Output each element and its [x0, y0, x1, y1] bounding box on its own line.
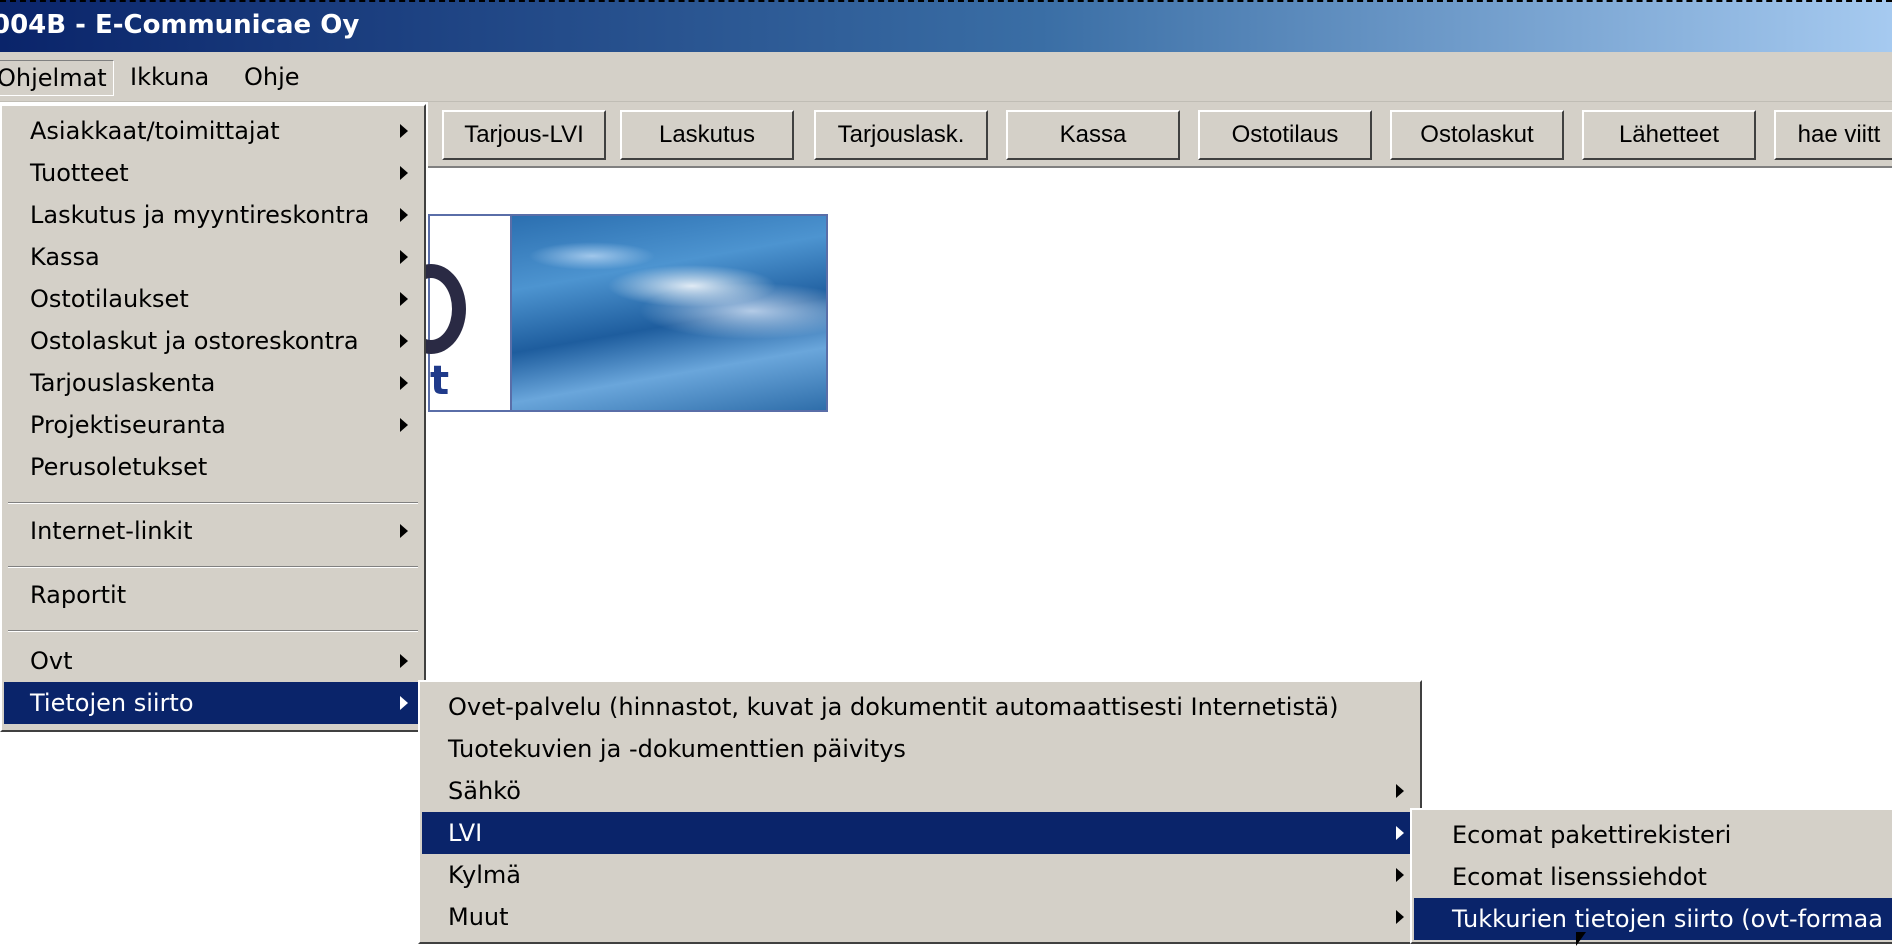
menu-separator: [8, 502, 418, 504]
menu-separator: [8, 630, 418, 632]
menu-item-label: Kassa: [30, 243, 100, 271]
menu-ohje[interactable]: Ohje: [238, 60, 306, 94]
menu-item-tietojen-siirto[interactable]: Tietojen siirto: [4, 682, 422, 724]
submenu-arrow-icon: [400, 124, 408, 138]
menu-item-label: Tukkurien tietojen siirto (ovt-formaa: [1452, 905, 1883, 933]
company-logo: t: [396, 214, 510, 412]
menu-item-label: Tuotekuvien ja -dokumenttien päivitys: [448, 735, 906, 763]
menu-item-label: Ecomat pakettirekisteri: [1452, 821, 1732, 849]
toolbar-button-tarjous-lvi[interactable]: Tarjous-LVI: [442, 110, 606, 160]
menu-item-perusoletukset[interactable]: Perusoletukset: [4, 446, 422, 488]
menu-ikkuna[interactable]: Ikkuna: [124, 60, 215, 94]
menu-item-label: Muut: [448, 903, 509, 931]
submenu-arrow-icon: [400, 524, 408, 538]
submenu-arrow-icon: [400, 334, 408, 348]
menu-item-projektiseuranta[interactable]: Projektiseuranta: [4, 404, 422, 446]
menu-separator: [8, 566, 418, 568]
menu-item-label: Tuotteet: [30, 159, 129, 187]
submenu-item-kylma[interactable]: Kylmä: [422, 854, 1418, 896]
submenu-item-tuotekuvien[interactable]: Tuotekuvien ja -dokumenttien päivitys: [422, 728, 1418, 770]
submenu-item-sahko[interactable]: Sähkö: [422, 770, 1418, 812]
menu-item-label: Kylmä: [448, 861, 521, 889]
toolbar-button-ostotilaus[interactable]: Ostotilaus: [1198, 110, 1372, 160]
submenu-arrow-icon: [1396, 868, 1404, 882]
submenu-arrow-icon: [400, 376, 408, 390]
menu-item-tuotteet[interactable]: Tuotteet: [4, 152, 422, 194]
menu-item-label: Ovt: [30, 647, 73, 675]
submenu-arrow-icon: [1396, 784, 1404, 798]
menu-item-laskutus[interactable]: Laskutus ja myyntireskontra: [4, 194, 422, 236]
menu-item-label: Ostolaskut ja ostoreskontra: [30, 327, 359, 355]
menu-item-label: Laskutus ja myyntireskontra: [30, 201, 370, 229]
lvi-submenu: Ecomat pakettirekisteri Ecomat lisenssie…: [1410, 808, 1892, 944]
submenu-arrow-icon: [400, 166, 408, 180]
toolbar-button-hae-viitt[interactable]: hae viitt: [1774, 110, 1892, 160]
menu-item-label: Ecomat lisenssiehdot: [1452, 863, 1707, 891]
toolbar-button-tarjouslask[interactable]: Tarjouslask.: [814, 110, 988, 160]
menu-item-label: Ovet-palvelu (hinnastot, kuvat ja dokume…: [448, 693, 1339, 721]
logo-text: t: [430, 358, 450, 404]
menu-item-label: LVI: [448, 819, 483, 847]
menu-ohjelmat[interactable]: Ohjelmat: [0, 60, 114, 96]
submenu-item-muut[interactable]: Muut: [422, 896, 1418, 938]
toolbar-button-kassa[interactable]: Kassa: [1006, 110, 1180, 160]
menu-item-kassa[interactable]: Kassa: [4, 236, 422, 278]
submenu-arrow-icon: [400, 208, 408, 222]
submenu-item-ecomat-pakettirekisteri[interactable]: Ecomat pakettirekisteri: [1414, 814, 1890, 856]
menu-item-label: Internet-linkit: [30, 517, 193, 545]
ohjelmat-menu: Asiakkaat/toimittajat Tuotteet Laskutus …: [0, 104, 426, 732]
window-title: 004B - E-Communicae Oy: [0, 10, 360, 40]
menu-item-label: Asiakkaat/toimittajat: [30, 117, 280, 145]
menu-item-raportit[interactable]: Raportit: [4, 574, 422, 616]
title-bar: 004B - E-Communicae Oy: [0, 0, 1892, 52]
toolbar-button-lahetteet[interactable]: Lähetteet: [1582, 110, 1756, 160]
menu-item-ostotilaukset[interactable]: Ostotilaukset: [4, 278, 422, 320]
submenu-arrow-icon: [400, 292, 408, 306]
submenu-item-ecomat-lisenssiehdot[interactable]: Ecomat lisenssiehdot: [1414, 856, 1890, 898]
toolbar: Tarjous-LVI Laskutus Tarjouslask. Kassa …: [428, 102, 1892, 168]
submenu-arrow-icon: [400, 418, 408, 432]
submenu-item-ovet-palvelu[interactable]: Ovet-palvelu (hinnastot, kuvat ja dokume…: [422, 686, 1418, 728]
ocean-wave-banner: [510, 214, 828, 412]
menu-item-label: Perusoletukset: [30, 453, 208, 481]
menu-item-label: Raportit: [30, 581, 127, 609]
submenu-arrow-icon: [400, 654, 408, 668]
toolbar-button-laskutus[interactable]: Laskutus: [620, 110, 794, 160]
menu-item-tarjouslaskenta[interactable]: Tarjouslaskenta: [4, 362, 422, 404]
menu-bar: Ohjelmat Ikkuna Ohje: [0, 52, 1892, 102]
menu-item-label: Tietojen siirto: [30, 689, 194, 717]
submenu-item-tukkurien-tietojen-siirto[interactable]: Tukkurien tietojen siirto (ovt-formaa: [1414, 898, 1892, 940]
toolbar-button-ostolaskut[interactable]: Ostolaskut: [1390, 110, 1564, 160]
menu-item-label: Tarjouslaskenta: [30, 369, 216, 397]
tietojen-siirto-submenu: Ovet-palvelu (hinnastot, kuvat ja dokume…: [418, 680, 1422, 944]
menu-item-internet-linkit[interactable]: Internet-linkit: [4, 510, 422, 552]
mouse-cursor-icon: [1576, 932, 1586, 946]
menu-item-asiakkaat[interactable]: Asiakkaat/toimittajat: [4, 110, 422, 152]
submenu-arrow-icon: [1396, 826, 1404, 840]
menu-item-label: Projektiseuranta: [30, 411, 226, 439]
menu-item-label: Sähkö: [448, 777, 521, 805]
submenu-item-lvi[interactable]: LVI: [422, 812, 1418, 854]
menu-item-ostolaskut[interactable]: Ostolaskut ja ostoreskontra: [4, 320, 422, 362]
submenu-arrow-icon: [400, 696, 408, 710]
submenu-arrow-icon: [400, 250, 408, 264]
submenu-arrow-icon: [1396, 910, 1404, 924]
menu-item-ovt[interactable]: Ovt: [4, 640, 422, 682]
menu-item-label: Ostotilaukset: [30, 285, 189, 313]
